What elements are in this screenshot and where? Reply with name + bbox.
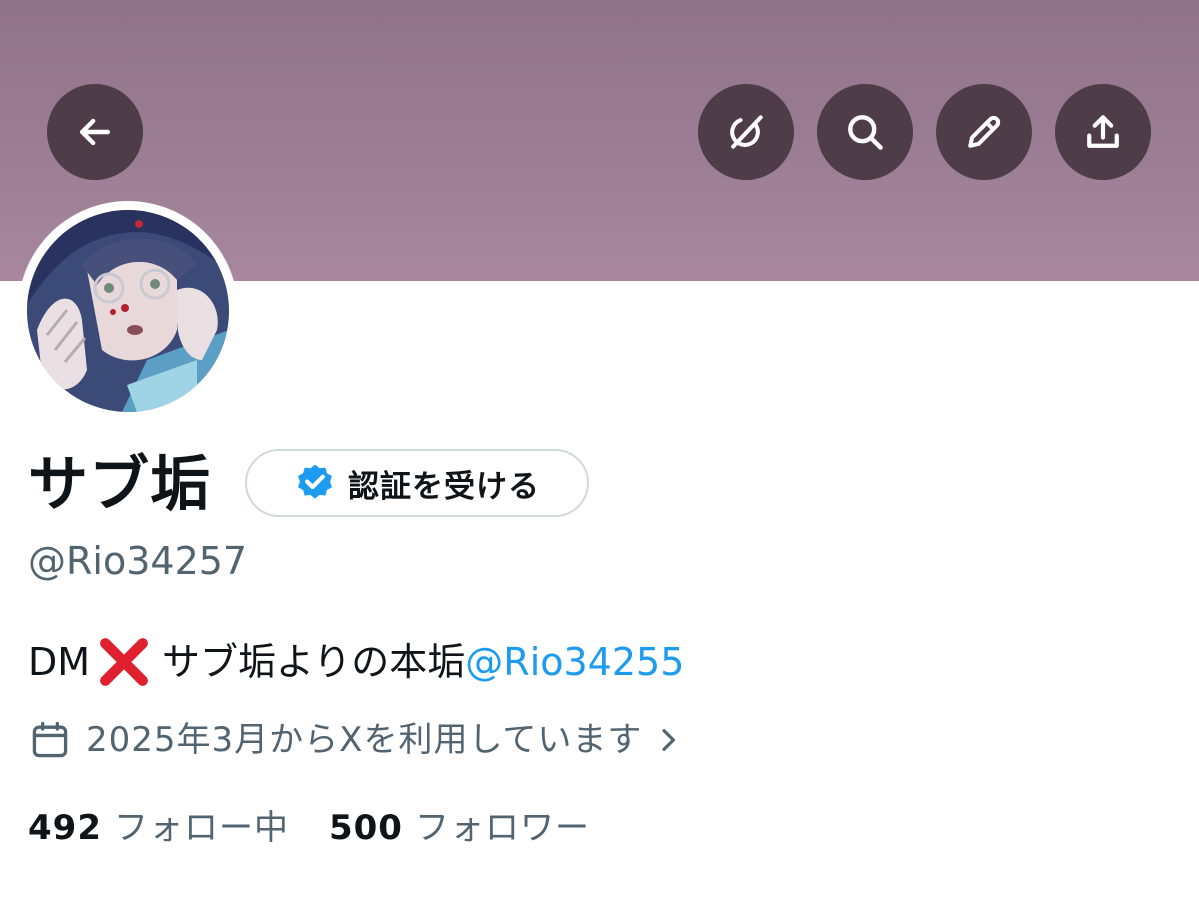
user-handle: @Rio34257 — [28, 539, 248, 583]
grok-icon — [730, 115, 763, 149]
calendar-icon — [32, 721, 68, 758]
get-verified-button[interactable]: 認証を受ける — [245, 449, 589, 517]
followers-label: フォロワー — [414, 808, 590, 848]
bio-text: サブ垢よりの本垢 — [162, 640, 466, 684]
following-link[interactable]: 492 フォロー中 — [28, 800, 289, 856]
pencil-icon — [968, 115, 1001, 148]
following-count: 492 — [28, 808, 102, 848]
following-label: フォロー中 — [113, 808, 289, 848]
followers-count: 500 — [328, 808, 403, 848]
verified-badge-icon — [298, 464, 332, 499]
avatar-image — [27, 210, 229, 412]
bio-mention-link[interactable]: @Rio34255 — [465, 634, 684, 690]
chevron-right-icon — [662, 729, 676, 751]
share-icon — [1087, 115, 1119, 148]
arrow-left-icon — [79, 118, 111, 146]
cross-mark-icon — [100, 638, 148, 686]
bio-prefix: DM — [28, 640, 91, 684]
joined-date-row[interactable]: 2025年3月からXを利用しています — [28, 712, 684, 768]
display-name: サブ垢 — [28, 450, 211, 520]
get-verified-label: 認証を受ける — [348, 468, 540, 505]
back-button[interactable] — [47, 84, 143, 180]
share-button[interactable] — [1055, 84, 1151, 180]
grok-button[interactable] — [698, 84, 794, 180]
search-icon — [848, 115, 883, 150]
followers-link[interactable]: 500 フォロワー — [329, 800, 590, 856]
avatar[interactable] — [27, 210, 229, 412]
edit-button[interactable] — [936, 84, 1032, 180]
bio: DM サブ垢よりの本垢 @Rio34255 — [28, 634, 684, 690]
search-button[interactable] — [817, 84, 913, 180]
follow-stats: 492 フォロー中 500 フォロワー — [28, 800, 590, 856]
joined-date-text: 2025年3月からXを利用しています — [86, 720, 643, 760]
